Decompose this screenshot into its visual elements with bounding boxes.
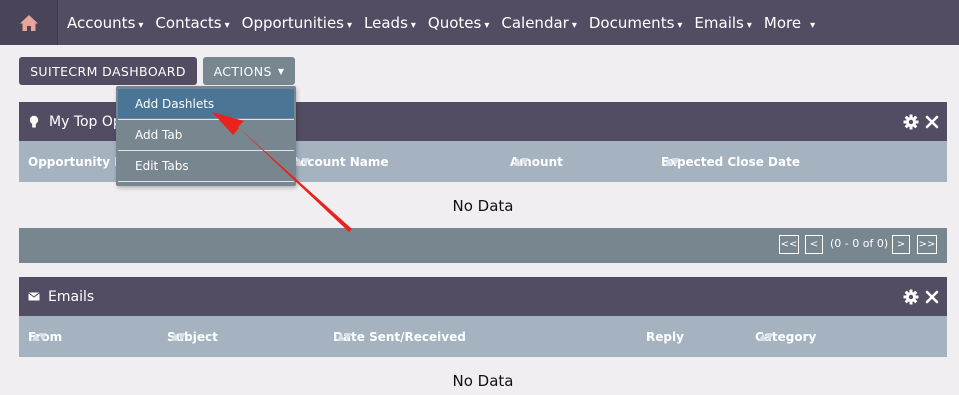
emails-empty-message: No Data xyxy=(452,372,514,390)
home-button[interactable] xyxy=(0,0,58,45)
nav-quotes[interactable]: Quotes ▾ xyxy=(428,14,489,32)
caret-down-icon: ▾ xyxy=(138,19,144,31)
caret-down-icon: ▾ xyxy=(677,19,683,31)
menu-divider xyxy=(118,181,294,182)
close-icon[interactable] xyxy=(925,290,939,304)
actions-button[interactable]: ACTIONS ▼ xyxy=(203,57,295,85)
pagination-status: (0 - 0 of 0) xyxy=(830,237,889,250)
nav-leads[interactable]: Leads ▾ xyxy=(364,14,416,32)
previous-page-button[interactable]: < xyxy=(805,235,823,254)
sort-icon: ▲▼ xyxy=(32,331,46,342)
sort-icon: ▲▼ xyxy=(759,331,773,342)
top-navigation-bar: Accounts ▾ Contacts ▾ Opportunities ▾ Leads… xyxy=(0,0,959,45)
caret-down-icon: ▾ xyxy=(224,19,230,31)
actions-dropdown-menu: Add Dashlets Add Tab Edit Tabs xyxy=(116,86,296,186)
caret-down-icon: ▼ xyxy=(277,66,285,76)
emails-column-headers: From ▲▼ Subject ▲▼ Date Sent/Received ▲▼ Re… xyxy=(19,316,947,357)
module-menu: Accounts ▾ Contacts ▾ Opportunities ▾ Leads… xyxy=(58,0,827,45)
caret-down-icon: ▾ xyxy=(347,19,353,31)
opportunities-pagination: << < (0 - 0 of 0) > >> xyxy=(19,228,947,263)
sort-icon: ▲▼ xyxy=(514,156,528,167)
dashlet-title: Emails xyxy=(48,288,95,305)
sort-icon: ▲▼ xyxy=(295,156,309,167)
caret-down-icon: ▾ xyxy=(571,19,577,31)
nav-contacts[interactable]: Contacts ▾ xyxy=(155,14,229,32)
nav-opportunities[interactable]: Opportunities ▾ xyxy=(242,14,352,32)
lightbulb-icon xyxy=(29,115,39,127)
nav-calendar[interactable]: Calendar ▾ xyxy=(501,14,576,32)
opportunities-empty-message: No Data xyxy=(452,197,514,215)
close-icon[interactable] xyxy=(925,115,939,129)
dashboard-tab-label: SUITECRM DASHBOARD xyxy=(30,63,186,79)
nav-more[interactable]: More ▾ xyxy=(764,14,815,32)
nav-emails[interactable]: Emails ▾ xyxy=(694,14,751,32)
sort-icon: ▲▼ xyxy=(171,331,185,342)
next-page-button[interactable]: > xyxy=(892,235,910,254)
menu-item-add-dashlets[interactable]: Add Dashlets xyxy=(118,89,294,118)
nav-documents[interactable]: Documents ▾ xyxy=(589,14,683,32)
suitecrm-dashboard-tab[interactable]: SUITECRM DASHBOARD xyxy=(19,57,197,85)
actions-label: ACTIONS xyxy=(213,63,272,79)
caret-down-icon: ▾ xyxy=(484,19,490,31)
menu-item-add-tab[interactable]: Add Tab xyxy=(118,120,294,150)
home-icon xyxy=(19,14,38,31)
menu-item-edit-tabs[interactable]: Edit Tabs xyxy=(118,151,294,181)
gear-icon[interactable] xyxy=(903,114,919,130)
emails-dashlet-header: Emails xyxy=(19,277,947,316)
sort-icon: ▲▼ xyxy=(337,331,351,342)
caret-down-icon: ▾ xyxy=(810,19,816,31)
gear-icon[interactable] xyxy=(903,289,919,305)
sort-icon: ▲▼ xyxy=(665,156,679,167)
nav-accounts[interactable]: Accounts ▾ xyxy=(67,14,143,32)
first-page-button[interactable]: << xyxy=(779,235,799,254)
envelope-icon xyxy=(28,292,40,301)
caret-down-icon: ▾ xyxy=(410,19,416,31)
last-page-button[interactable]: >> xyxy=(917,235,937,254)
caret-down-icon: ▾ xyxy=(746,19,752,31)
